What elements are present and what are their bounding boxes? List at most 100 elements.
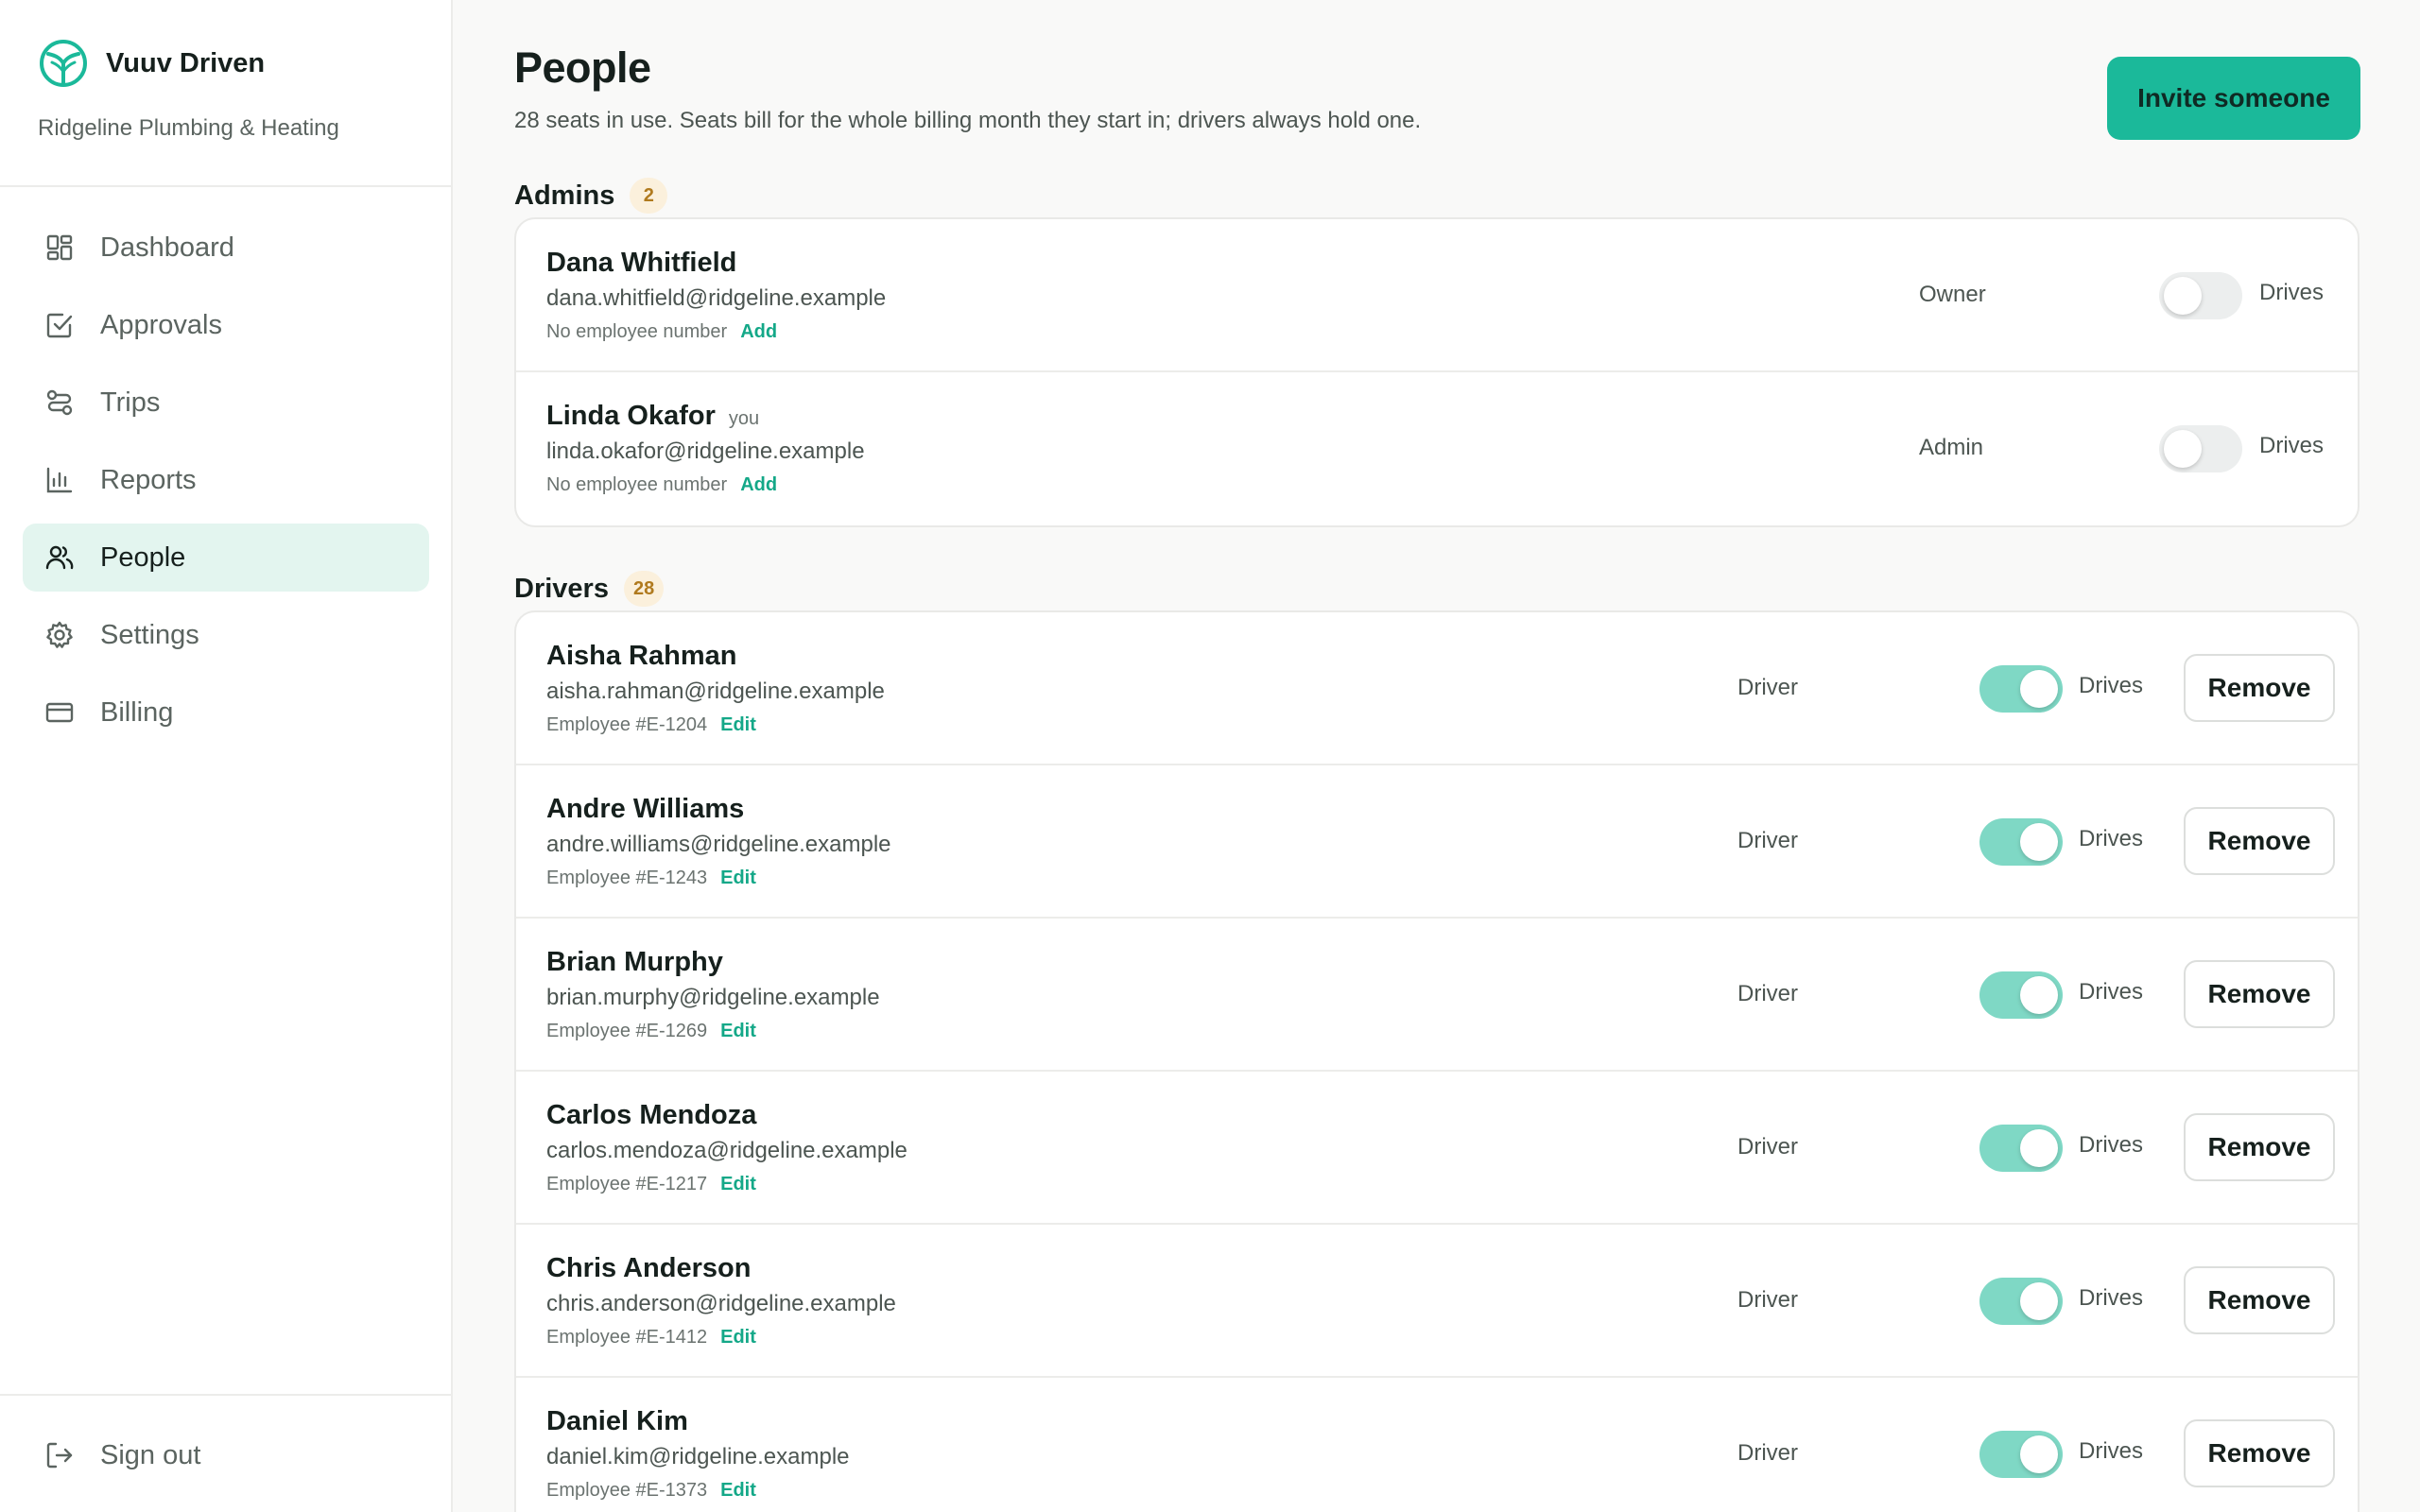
bar-chart-icon	[43, 464, 76, 496]
person-email: chris.anderson@ridgeline.example	[546, 1291, 896, 1316]
sidebar-item-label: Billing	[100, 696, 174, 728]
person-name-text: Dana Whitfield	[546, 248, 737, 278]
remove-button[interactable]: Remove	[2184, 654, 2335, 722]
remove-button[interactable]: Remove	[2184, 807, 2335, 875]
sidebar-item-dashboard[interactable]: Dashboard	[23, 214, 429, 282]
sidebar-item-trips[interactable]: Trips	[23, 369, 429, 437]
role-label: Driver	[1737, 675, 1798, 700]
section-title: Admins	[514, 180, 615, 211]
drives-label: Drives	[2079, 826, 2144, 851]
role-label: Driver	[1737, 828, 1798, 853]
drives-label: Drives	[2079, 1438, 2144, 1464]
gear-icon	[43, 619, 76, 651]
person-name: Dana Whitfield	[546, 248, 736, 279]
add-employee-number-link[interactable]: Add	[740, 474, 777, 495]
drives-toggle[interactable]	[1979, 971, 2063, 1019]
sidebar-divider	[0, 1394, 451, 1396]
drives-label: Drives	[2079, 979, 2144, 1005]
remove-button[interactable]: Remove	[2184, 960, 2335, 1028]
table-row: Brian Murphy brian.murphy@ridgeline.exam…	[516, 919, 2358, 1072]
employee-number-text: Employee #E-1373	[546, 1480, 708, 1501]
role-label: Driver	[1737, 1287, 1798, 1313]
employee-number: Employee #E-1217 Edit	[546, 1174, 756, 1195]
drives-toggle[interactable]	[2159, 425, 2242, 472]
section-title: Drivers	[514, 573, 609, 604]
sign-out: Sign out	[23, 1421, 429, 1499]
table-row: Andre Williams andre.williams@ridgeline.…	[516, 765, 2358, 919]
admins-card: Dana Whitfield dana.whitfield@ridgeline.…	[514, 217, 2360, 527]
drives-label: Drives	[2079, 1132, 2144, 1158]
sidebar-item-people[interactable]: People	[23, 524, 429, 592]
toggle-knob	[2020, 976, 2058, 1014]
drives-toggle[interactable]	[2159, 272, 2242, 319]
edit-employee-number-link[interactable]: Edit	[720, 1480, 756, 1501]
person-name: Linda Okafor you	[546, 401, 759, 432]
page-title: People	[514, 43, 651, 92]
remove-button[interactable]: Remove	[2184, 1419, 2335, 1487]
sign-out-button[interactable]: Sign out	[23, 1421, 429, 1489]
sidebar-item-approvals[interactable]: Approvals	[23, 291, 429, 359]
drives-label: Drives	[2079, 1285, 2144, 1311]
sidebar-item-label: Dashboard	[100, 232, 234, 263]
person-name: Chris Anderson	[546, 1253, 752, 1283]
person-name: Brian Murphy	[546, 947, 723, 977]
admins-section-header: Admins 2	[514, 178, 668, 214]
edit-employee-number-link[interactable]: Edit	[720, 1174, 756, 1194]
sidebar-item-reports[interactable]: Reports	[23, 446, 429, 514]
role-label: Driver	[1737, 1440, 1798, 1466]
drives-toggle[interactable]	[1979, 1278, 2063, 1325]
toggle-knob	[2020, 1129, 2058, 1167]
sign-out-icon	[43, 1439, 76, 1471]
employee-number: Employee #E-1412 Edit	[546, 1327, 756, 1349]
sidebar-item-billing[interactable]: Billing	[23, 679, 429, 747]
remove-button[interactable]: Remove	[2184, 1266, 2335, 1334]
table-row: Chris Anderson chris.anderson@ridgeline.…	[516, 1225, 2358, 1378]
employee-number-text: Employee #E-1204	[546, 714, 708, 735]
table-row: Dana Whitfield dana.whitfield@ridgeline.…	[516, 219, 2358, 372]
edit-employee-number-link[interactable]: Edit	[720, 714, 756, 735]
drives-toggle[interactable]	[1979, 1125, 2063, 1172]
toggle-knob	[2020, 670, 2058, 708]
edit-employee-number-link[interactable]: Edit	[720, 1327, 756, 1348]
edit-employee-number-link[interactable]: Edit	[720, 868, 756, 888]
brand[interactable]: Vuuv Driven	[38, 38, 265, 89]
credit-card-icon	[43, 696, 76, 729]
employee-number-text: No employee number	[546, 474, 728, 495]
table-row: Aisha Rahman aisha.rahman@ridgeline.exam…	[516, 612, 2358, 765]
remove-button[interactable]: Remove	[2184, 1113, 2335, 1181]
table-row: Linda Okafor you linda.okafor@ridgeline.e…	[516, 372, 2358, 525]
sidebar-nav: Dashboard Approvals Trips Reports People…	[23, 214, 429, 756]
drivers-card: Aisha Rahman aisha.rahman@ridgeline.exam…	[514, 610, 2360, 1512]
table-row: Carlos Mendoza carlos.mendoza@ridgeline.…	[516, 1072, 2358, 1225]
count-badge: 2	[630, 178, 668, 214]
sign-out-label: Sign out	[100, 1439, 201, 1470]
count-badge: 28	[623, 571, 665, 607]
sidebar-item-label: Trips	[100, 387, 161, 418]
person-email: aisha.rahman@ridgeline.example	[546, 679, 885, 704]
person-name: Andre Williams	[546, 794, 745, 824]
employee-number: Employee #E-1269 Edit	[546, 1021, 756, 1042]
sidebar-item-settings[interactable]: Settings	[23, 601, 429, 669]
edit-employee-number-link[interactable]: Edit	[720, 1021, 756, 1041]
sidebar-item-label: Settings	[100, 619, 199, 650]
person-email: linda.okafor@ridgeline.example	[546, 438, 865, 464]
role-label: Owner	[1919, 282, 1986, 307]
table-row: Daniel Kim daniel.kim@ridgeline.example …	[516, 1378, 2358, 1512]
toggle-knob	[2164, 277, 2202, 315]
drives-toggle[interactable]	[1979, 665, 2063, 713]
route-icon	[43, 387, 76, 419]
add-employee-number-link[interactable]: Add	[740, 321, 777, 342]
role-label: Driver	[1737, 1134, 1798, 1160]
employee-number-text: No employee number	[546, 321, 728, 342]
employee-number: Employee #E-1204 Edit	[546, 714, 756, 736]
sidebar-item-label: Reports	[100, 464, 197, 495]
invite-someone-button[interactable]: Invite someone	[2107, 57, 2360, 140]
person-name: Daniel Kim	[546, 1406, 688, 1436]
employee-number-text: Employee #E-1412	[546, 1327, 708, 1348]
sidebar-item-label: People	[100, 541, 186, 573]
drives-toggle[interactable]	[1979, 1431, 2063, 1478]
check-square-icon	[43, 309, 76, 341]
you-tag: you	[728, 408, 760, 429]
drives-toggle[interactable]	[1979, 818, 2063, 866]
person-name-text: Linda Okafor	[546, 401, 716, 431]
